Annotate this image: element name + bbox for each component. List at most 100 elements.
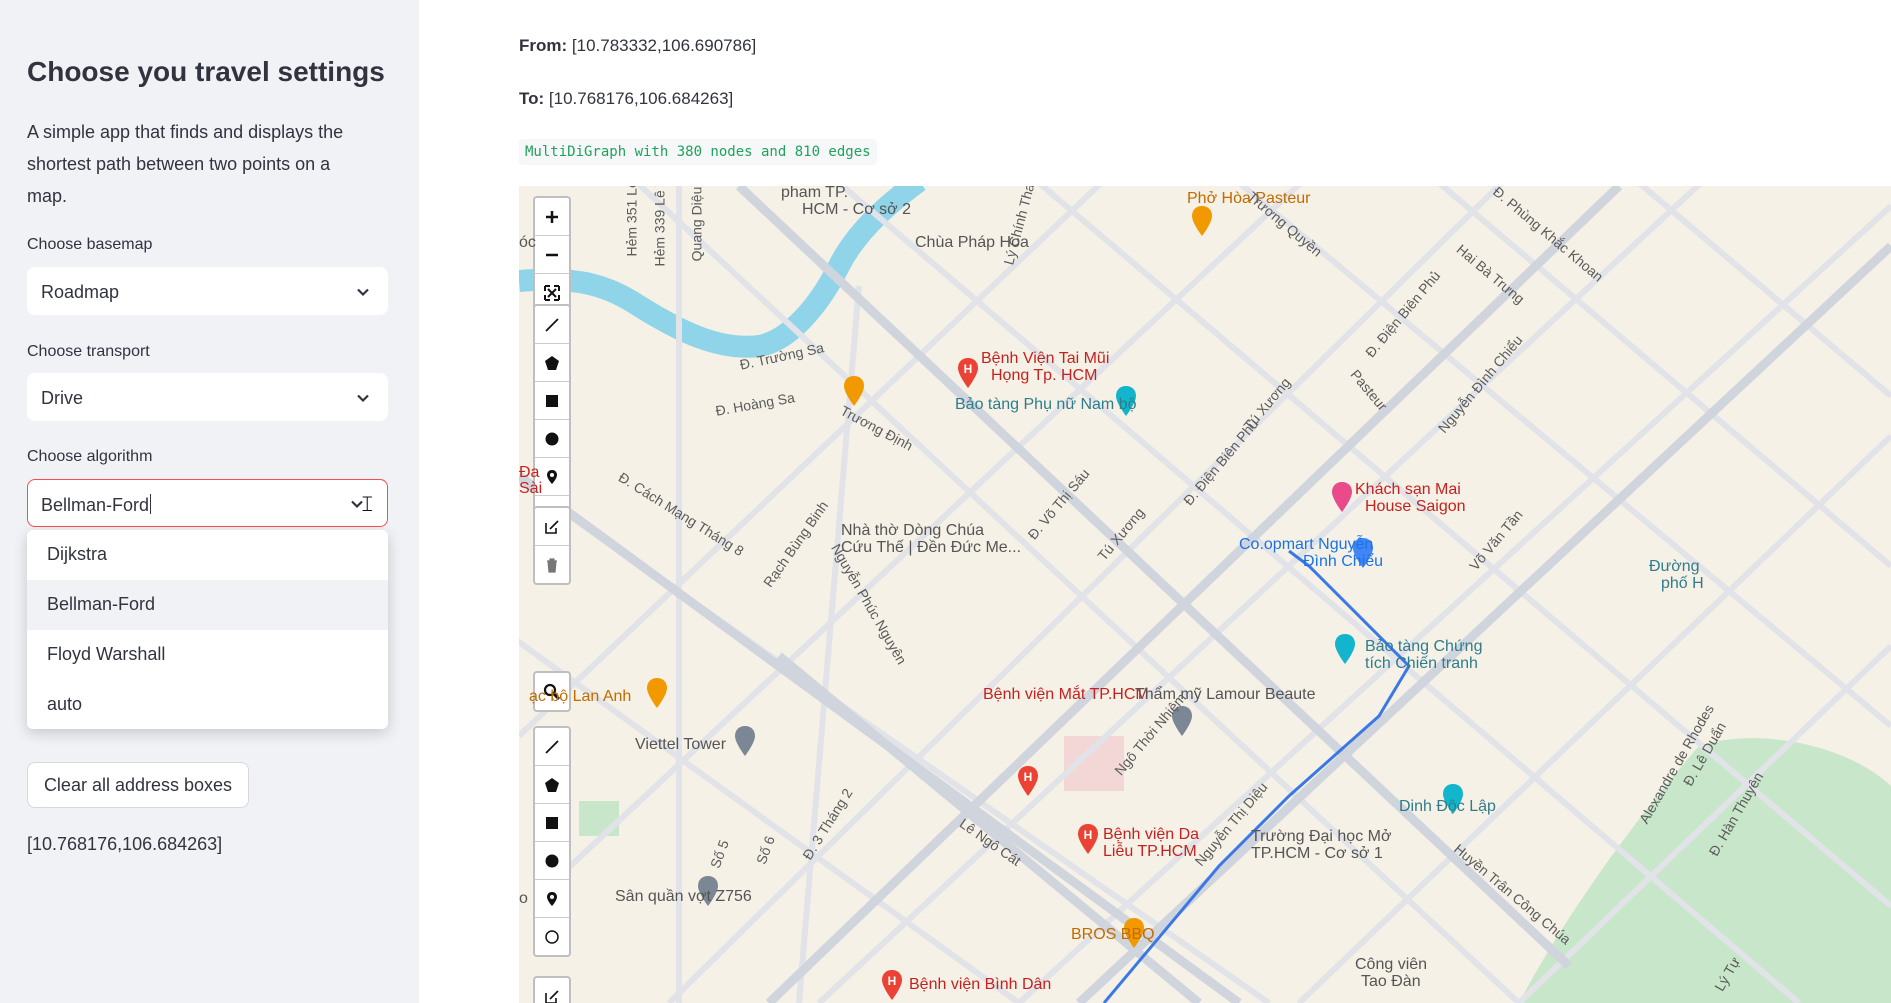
zoom-in-button[interactable] — [535, 198, 569, 236]
map-label: Trường Đại học Mở — [1251, 828, 1392, 845]
from-line: From: [10.783332,106.690786] — [519, 36, 756, 56]
street-label: Hẻm 351 Lê Văn — [623, 186, 640, 257]
map-label: Công viên — [1355, 956, 1428, 973]
map-label: phố H — [1661, 575, 1704, 592]
map-label: Đường — [1649, 558, 1700, 575]
map-label: Bảo tàng Chứng — [1365, 638, 1483, 655]
transport-label: Choose transport — [27, 343, 150, 360]
map-label: Bảo tàng Phụ nữ Nam bộ — [955, 396, 1137, 413]
map-label: HCM - Cơ sở 2 — [802, 201, 911, 218]
draw-circle-icon[interactable] — [535, 842, 569, 880]
map-label: Dinh Độc Lập — [1399, 798, 1496, 815]
map-label: TP.HCM - Cơ sở 1 — [1251, 845, 1383, 862]
sidebar: Choose you travel settings A simple app … — [0, 0, 419, 1003]
zoom-out-button[interactable] — [535, 236, 569, 274]
from-value: [10.783332,106.690786] — [571, 36, 757, 55]
draw-toolbar-2 — [533, 726, 571, 957]
draw-toolbar — [533, 304, 571, 535]
edit-layers-icon[interactable] — [535, 508, 569, 546]
edit-toolbar — [533, 506, 571, 585]
algorithm-option-dijkstra[interactable]: Dijkstra — [27, 530, 388, 580]
map-label: o — [519, 890, 528, 907]
draw-circle-icon[interactable] — [535, 420, 569, 458]
algorithm-dropdown-menu: Dijkstra Bellman-Ford Floyd Warshall aut… — [27, 530, 388, 729]
map-label: Bệnh viện Mắt TP.HCM — [983, 686, 1149, 703]
hospital-pin-icon: H — [1078, 824, 1098, 854]
map-label: BROS BBQ — [1071, 926, 1155, 943]
map-label: pham TP. — [781, 186, 849, 201]
draw-polyline-icon[interactable] — [535, 728, 569, 766]
edit-layers-icon[interactable] — [535, 978, 569, 1003]
map-label: Họng Tp. HCM — [991, 367, 1098, 384]
text-cursor-icon: 𝙸 — [359, 492, 375, 517]
basemap-select[interactable]: Roadmap — [27, 267, 388, 315]
transport-select[interactable]: Drive — [27, 373, 388, 421]
transport-value: Drive — [41, 388, 84, 408]
to-label: To: — [519, 89, 545, 108]
restaurant-pin-icon — [844, 376, 864, 406]
coordinate-output: [10.768176,106.684263] — [27, 834, 223, 854]
svg-text:H: H — [964, 362, 973, 376]
map-label: Bệnh viện Bình Dân — [909, 976, 1052, 993]
algorithm-label: Choose algorithm — [27, 448, 153, 465]
draw-rectangle-icon[interactable] — [535, 382, 569, 420]
edit-toolbar-2 — [533, 976, 571, 1003]
to-line: To: [10.768176,106.684263] — [519, 89, 733, 109]
map-label: Sân quần vợt Z756 — [615, 888, 752, 905]
chevron-down-icon — [357, 288, 369, 297]
draw-polygon-icon[interactable] — [535, 766, 569, 804]
zoom-toolbar — [533, 196, 571, 313]
delete-layers-icon[interactable] — [535, 546, 569, 583]
street-label: Hẻm 339 Lê Văn — [651, 186, 668, 267]
from-label: From: — [519, 36, 568, 55]
draw-circlemarker-icon[interactable] — [535, 918, 569, 955]
restaurant-pin-icon — [1192, 206, 1212, 236]
sidebar-description: A simple app that finds and displays the… — [27, 122, 344, 206]
map-label: Liễu TP.HCM — [1103, 843, 1197, 860]
sidebar-title: Choose you travel settings — [27, 56, 385, 87]
map-label: tích Chiến tranh — [1365, 655, 1478, 672]
map-view[interactable]: H H H H pham TP. HCM - Cơ sở 2 Chùa Pháp… — [519, 186, 1891, 1003]
map-label: Co.opmart Nguyễn — [1239, 536, 1374, 553]
place-pin-icon — [735, 726, 755, 756]
basemap-tiles — [519, 186, 1891, 1003]
map-label: Tao Đàn — [1361, 973, 1421, 990]
map-label: Nhà thờ Dòng Chúa — [841, 522, 985, 539]
map-label: Sài — [519, 480, 543, 497]
map-label: Cứu Thế | Đền Đức Me... — [841, 539, 1022, 556]
basemap-label: Choose basemap — [27, 236, 153, 253]
svg-text:H: H — [1024, 770, 1033, 784]
hospital-pin-icon: H — [882, 970, 902, 1000]
map-label: Bệnh viện Da — [1103, 826, 1200, 843]
draw-rectangle-icon[interactable] — [535, 804, 569, 842]
algorithm-input-value: Bellman-Ford — [41, 495, 150, 515]
draw-polygon-icon[interactable] — [535, 344, 569, 382]
to-value: [10.768176,106.684263] — [548, 89, 734, 108]
map-label: Khách sạn Mai — [1355, 481, 1461, 498]
algorithm-option-auto[interactable]: auto — [27, 680, 388, 730]
restaurant-pin-icon — [647, 678, 667, 708]
graph-info-code: MultiDiGraph with 380 nodes and 810 edge… — [519, 139, 877, 165]
map-label: óc — [519, 234, 536, 251]
text-caret — [150, 494, 152, 514]
map-label: Bệnh Viện Tai Mũi — [981, 350, 1110, 367]
chevron-down-icon — [357, 394, 369, 403]
hotel-pin-icon — [1332, 482, 1352, 512]
map-label: Viettel Tower — [635, 736, 727, 753]
map-label: Thẩm mỹ Lamour Beaute — [1135, 686, 1316, 703]
algorithm-option-bellman-ford[interactable]: Bellman-Ford — [27, 580, 388, 630]
algorithm-select[interactable]: Bellman-Ford 𝙸 — [27, 479, 388, 527]
hospital-pin-icon: H — [1018, 766, 1038, 796]
draw-polyline-icon[interactable] — [535, 306, 569, 344]
draw-marker-icon[interactable] — [535, 880, 569, 918]
hospital-pin-icon: H — [958, 358, 978, 388]
svg-text:H: H — [888, 974, 897, 988]
map-label: ạc bộ Lan Anh — [529, 688, 632, 705]
street-label: Quang Diệu — [688, 186, 705, 262]
clear-address-button[interactable]: Clear all address boxes — [27, 762, 249, 808]
algorithm-option-floyd-warshall[interactable]: Floyd Warshall — [27, 630, 388, 680]
map-label: Đình Chiểu — [1303, 553, 1384, 570]
museum-pin-icon — [1335, 634, 1355, 664]
svg-text:H: H — [1084, 828, 1093, 842]
map-label: House Saigon — [1365, 498, 1466, 515]
